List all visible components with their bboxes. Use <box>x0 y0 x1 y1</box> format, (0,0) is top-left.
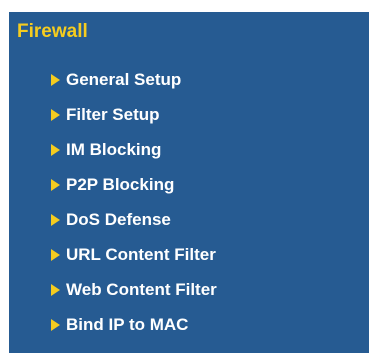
menu-item-general-setup[interactable]: General Setup <box>51 62 217 97</box>
right-triangle-arrow-icon <box>51 178 60 191</box>
menu-item-label: Filter Setup <box>66 104 160 124</box>
menu-item-web-content-filter[interactable]: Web Content Filter <box>51 272 217 307</box>
menu-item-label: Web Content Filter <box>66 279 217 299</box>
right-triangle-arrow-icon <box>51 73 60 86</box>
menu-item-filter-setup[interactable]: Filter Setup <box>51 97 217 132</box>
menu-item-im-blocking[interactable]: IM Blocking <box>51 132 217 167</box>
menu-item-label: URL Content Filter <box>66 244 216 264</box>
firewall-submenu: General Setup Filter Setup IM Blocking P… <box>51 62 217 342</box>
right-triangle-arrow-icon <box>51 248 60 261</box>
menu-item-label: IM Blocking <box>66 139 162 159</box>
right-triangle-arrow-icon <box>51 213 60 226</box>
right-triangle-arrow-icon <box>51 143 60 156</box>
firewall-menu-panel: Firewall General Setup Filter Setup IM B… <box>9 12 369 353</box>
right-triangle-arrow-icon <box>51 283 60 296</box>
menu-item-bind-ip-to-mac[interactable]: Bind IP to MAC <box>51 307 217 342</box>
section-title-firewall: Firewall <box>17 21 88 42</box>
menu-item-label: General Setup <box>66 69 182 89</box>
menu-item-label: DoS Defense <box>66 209 171 229</box>
right-triangle-arrow-icon <box>51 108 60 121</box>
menu-item-p2p-blocking[interactable]: P2P Blocking <box>51 167 217 202</box>
menu-item-url-content-filter[interactable]: URL Content Filter <box>51 237 217 272</box>
menu-item-label: Bind IP to MAC <box>66 314 189 334</box>
menu-item-label: P2P Blocking <box>66 174 175 194</box>
menu-item-dos-defense[interactable]: DoS Defense <box>51 202 217 237</box>
right-triangle-arrow-icon <box>51 318 60 331</box>
